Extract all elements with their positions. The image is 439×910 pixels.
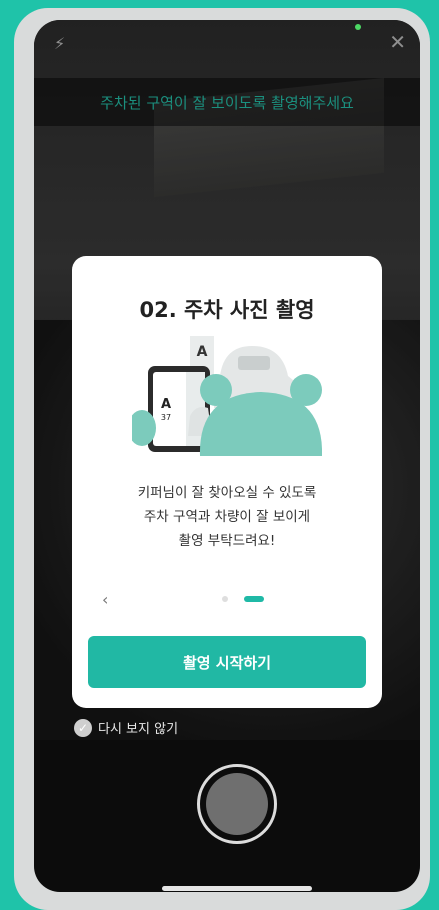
page-dot-2 [244, 596, 264, 602]
page-dot-1 [222, 596, 228, 602]
dont-show-again-label: 다시 보지 않기 [98, 722, 179, 737]
status-dot [355, 24, 361, 30]
parking-photo-illustration: A A 37 [132, 336, 322, 456]
check-icon: ✓ [74, 718, 92, 737]
modal-title: 02. 주차 사진 촬영 [139, 298, 315, 322]
svg-text:A: A [161, 397, 171, 412]
dont-show-again-checkbox[interactable]: ✓ 다시 보지 않기 [74, 718, 178, 737]
instruction-text: 주차된 구역이 잘 보이도록 촬영해주세요 [34, 78, 420, 126]
svg-text:37: 37 [161, 413, 171, 422]
chevron-left-icon[interactable]: ‹ [102, 590, 108, 609]
svg-text:A: A [197, 344, 208, 360]
flash-off-icon[interactable]: ⚡︎ [54, 34, 65, 53]
shutter-button[interactable] [197, 764, 277, 844]
guide-modal: 02. 주차 사진 촬영 A A 37 키퍼님이 잘 찾아오실 수 있도록 주차… [72, 256, 382, 708]
camera-screen: ⚡︎ ✕ 주차된 구역이 잘 보이도록 촬영해주세요 02. 주차 사진 촬영 … [34, 20, 420, 892]
close-icon[interactable]: ✕ [389, 30, 406, 54]
home-indicator [162, 886, 312, 891]
start-capture-button[interactable]: 촬영 시작하기 [88, 636, 366, 688]
camera-top-bar: ⚡︎ ✕ [34, 20, 420, 64]
modal-description: 키퍼님이 잘 찾아오실 수 있도록 주차 구역과 차량이 잘 보이게 촬영 부탁… [137, 485, 317, 549]
